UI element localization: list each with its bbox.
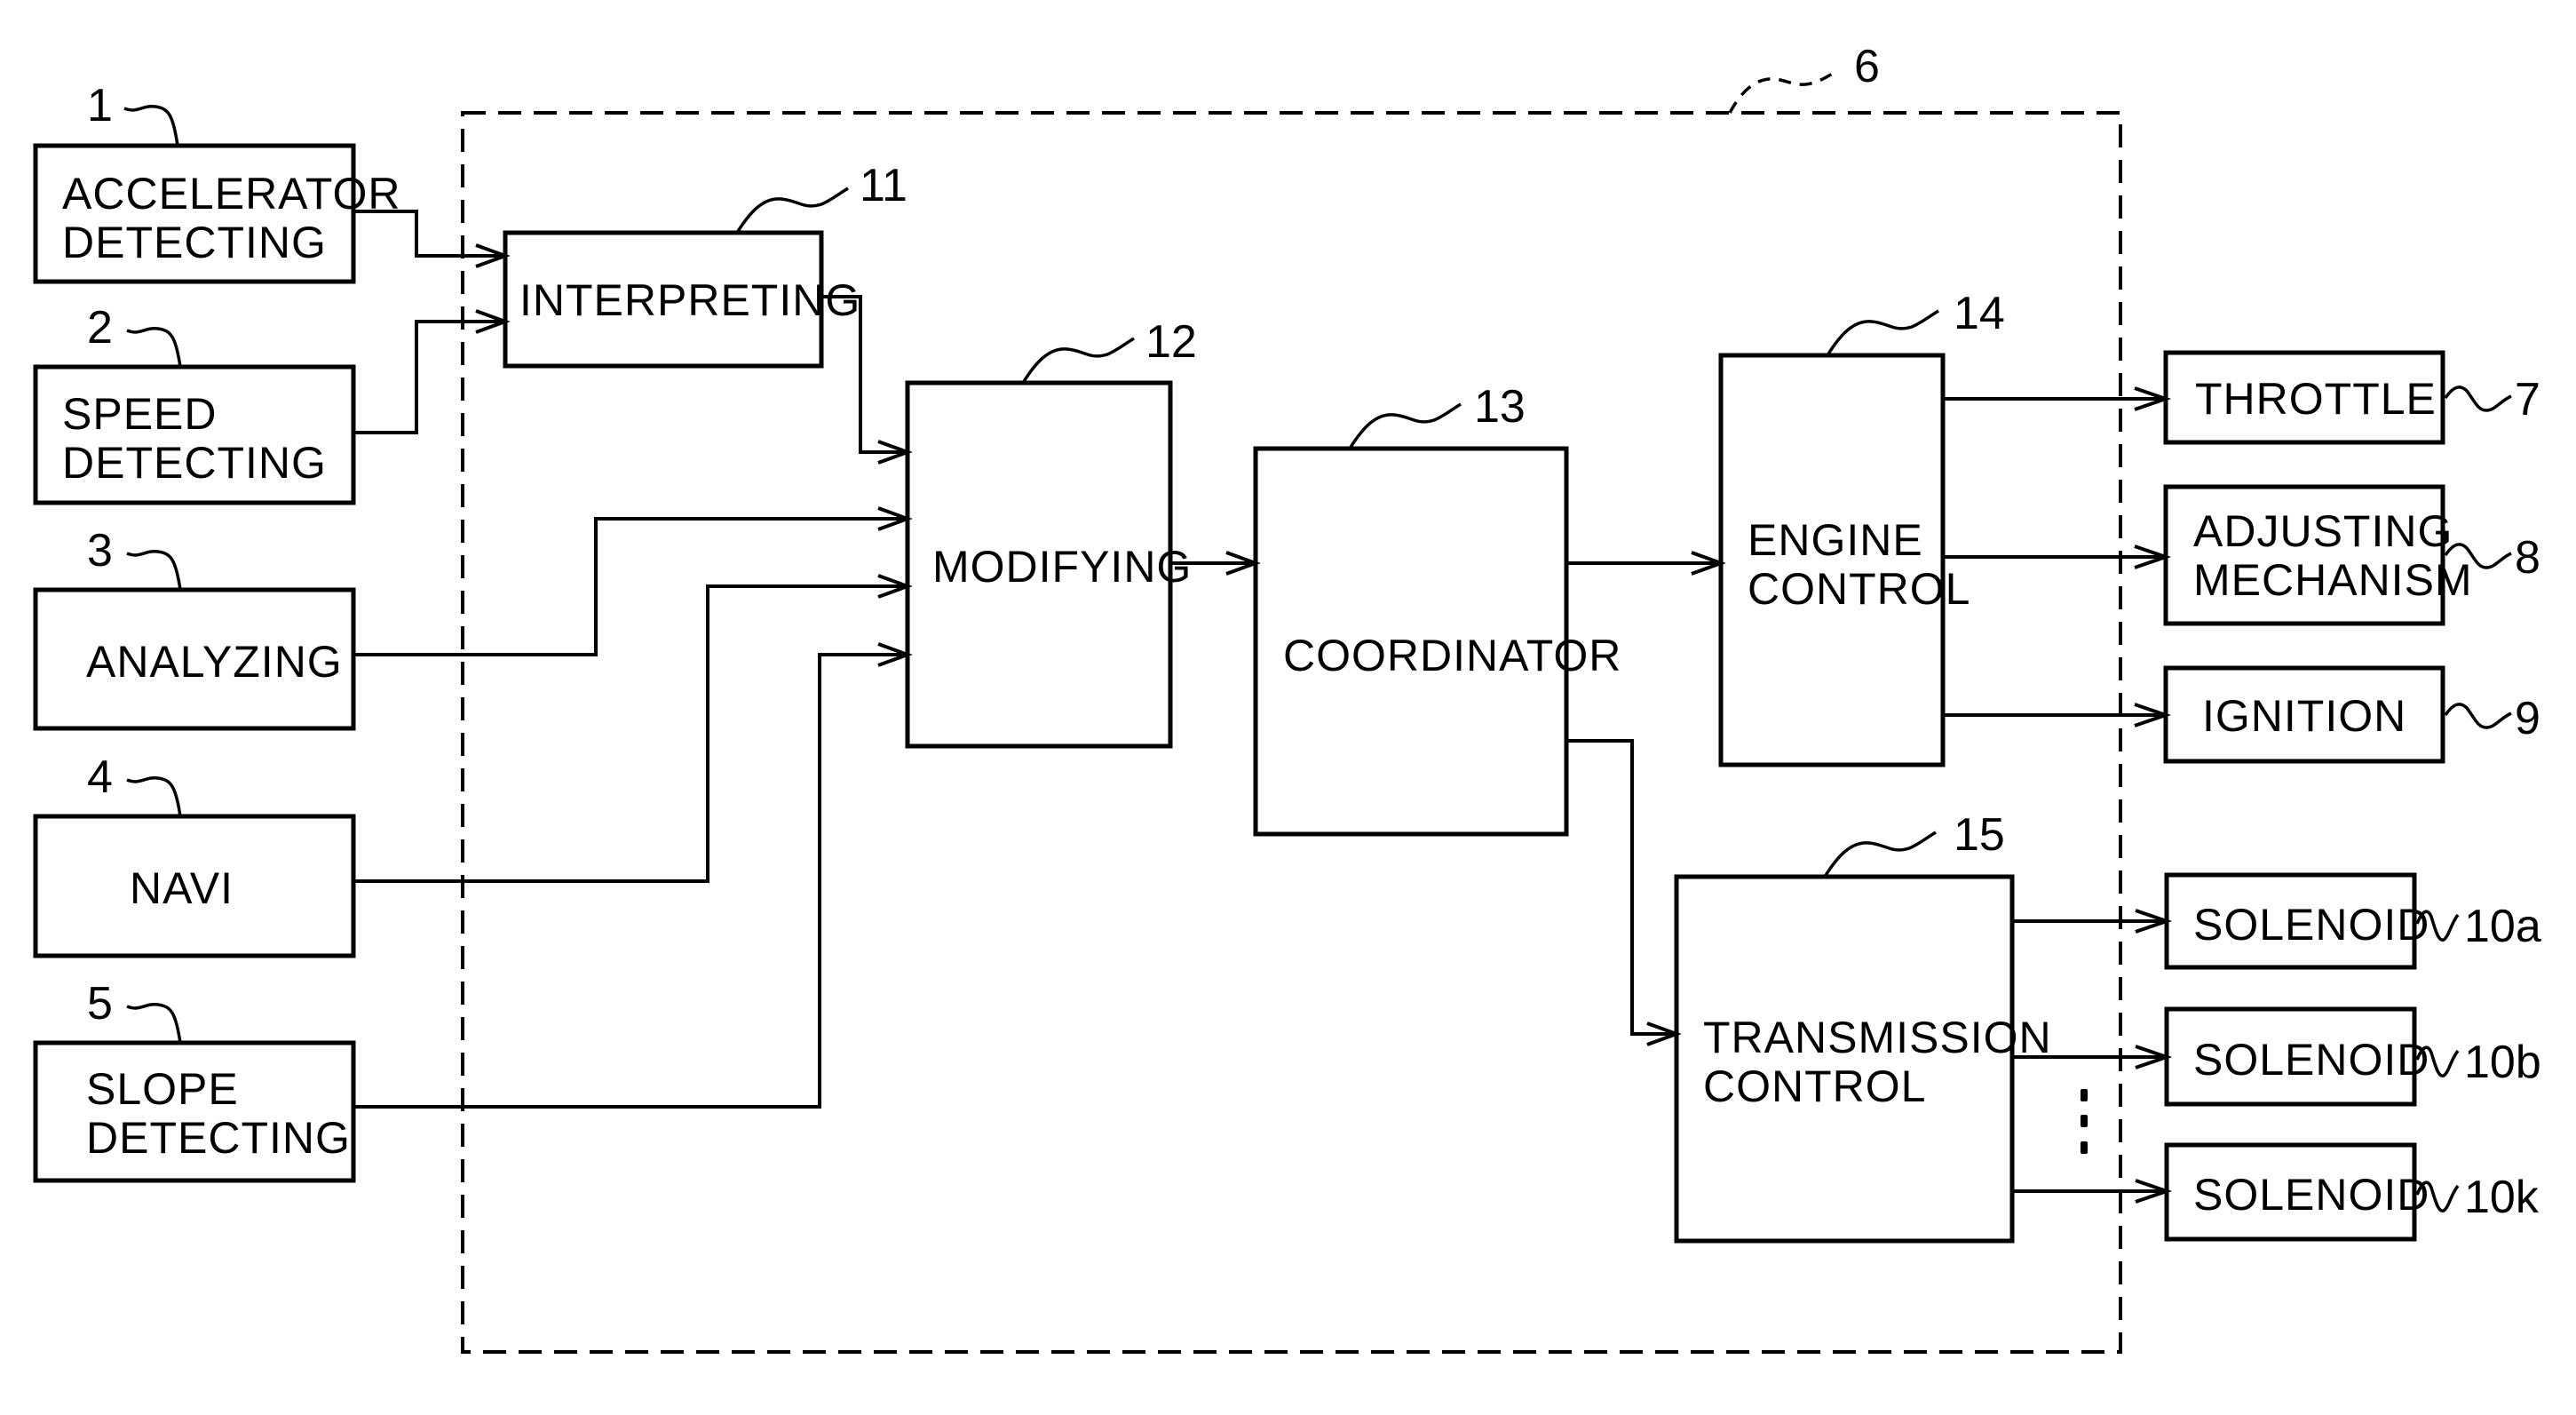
block-label-line: IGNITION [2202, 691, 2406, 741]
block-label-line: THROTTLE [2195, 374, 2437, 424]
ref-leader [735, 187, 849, 234]
block-label-line: ACCELERATOR [62, 169, 400, 219]
ref-speed-detecting: 2 [87, 302, 113, 354]
block-label-line: SOLENOID [2193, 900, 2429, 950]
ref-leader [126, 776, 182, 817]
system-leader [1728, 69, 1837, 114]
ref-leader [1348, 402, 1462, 449]
ref-leader [126, 327, 182, 368]
block-label-line: SLOPE [86, 1064, 239, 1114]
ref-leader [123, 105, 179, 147]
block-label-line: ENGINE [1748, 515, 1923, 565]
block-label-line: CONTROL [1703, 1061, 1926, 1111]
block-throttle: THROTTLE [2163, 350, 2445, 445]
ref-interpreting: 11 [860, 160, 908, 211]
ref-analyzing: 3 [87, 525, 113, 576]
block-coordinator: COORDINATOR [1253, 446, 1621, 837]
wire-navi-to-modifying [353, 584, 908, 883]
ref-coordinator: 13 [1474, 381, 1526, 433]
ref-throttle: 7 [2515, 374, 2540, 425]
ref-adjusting-mechanism: 8 [2515, 532, 2540, 584]
block-label-line: INTERPRETING [519, 275, 860, 325]
block-label-line: CONTROL [1748, 564, 1970, 614]
ref-transmission-control: 15 [1954, 809, 2005, 861]
block-analyzing: ANALYZING [33, 587, 356, 731]
ref-system: 6 [1854, 41, 1880, 92]
ref-leader [2444, 386, 2512, 412]
block-label-line: MECHANISM [2193, 555, 2473, 605]
ref-solenoid-b: 10b [2464, 1037, 2541, 1088]
ref-leader [1021, 337, 1135, 384]
block-ignition: IGNITION [2163, 665, 2445, 764]
block-modifying: MODIFYING [905, 380, 1192, 749]
block-label-line: DETECTING [62, 218, 327, 267]
ref-ignition: 9 [2515, 693, 2540, 744]
wire-coordinator-to-transmission [1566, 739, 1676, 1036]
block-navi: NAVI [33, 814, 356, 958]
block-interpreting: INTERPRETING [503, 230, 860, 369]
block-engine-control: ENGINE CONTROL [1718, 353, 1970, 767]
block-label-line: NAVI [130, 863, 234, 913]
block-label-line: ANALYZING [86, 637, 343, 687]
block-label-line: TRANSMISSION [1703, 1013, 2052, 1062]
ref-leader [1826, 309, 1939, 356]
block-label-line: DETECTING [62, 438, 327, 488]
block-solenoid-a: SOLENOID [2164, 872, 2429, 970]
ref-modifying: 12 [1145, 316, 1197, 368]
ref-engine-control: 14 [1954, 288, 2005, 339]
ellipsis-icon [2081, 1089, 2088, 1154]
ref-leader [1823, 831, 1937, 878]
ref-solenoid-k: 10k [2464, 1172, 2540, 1223]
block-label-line: DETECTING [86, 1113, 351, 1163]
block-label-line: SPEED [62, 389, 218, 439]
ref-navi: 4 [87, 751, 113, 803]
block-slope-detecting: SLOPE DETECTING [33, 1040, 356, 1183]
wire-speed-to-interpreting [353, 320, 505, 434]
block-label-line: SOLENOID [2193, 1035, 2429, 1085]
block-solenoid-k: SOLENOID [2164, 1142, 2429, 1242]
block-label-line: COORDINATOR [1283, 631, 1621, 680]
block-label-line: MODIFYING [932, 542, 1192, 592]
block-solenoid-b: SOLENOID [2164, 1006, 2429, 1107]
block-speed-detecting: SPEED DETECTING [33, 364, 356, 505]
block-adjusting-mechanism: ADJUSTING MECHANISM [2163, 484, 2473, 626]
ref-leader [2444, 703, 2512, 729]
ref-slope-detecting: 5 [87, 978, 113, 1029]
block-label-line: SOLENOID [2193, 1170, 2429, 1220]
ref-leader [126, 1003, 182, 1044]
block-label-line: ADJUSTING [2193, 506, 2453, 556]
ref-solenoid-a: 10a [2464, 901, 2541, 952]
ref-accelerator-detecting: 1 [87, 80, 113, 131]
ref-leader [126, 550, 182, 591]
block-diagram: 6 ACCELERATOR DETECTING 1 SPEED DETECTIN… [33, 41, 2541, 1354]
block-transmission-control: TRANSMISSION CONTROL [1674, 874, 2052, 1244]
block-accelerator-detecting: ACCELERATOR DETECTING [33, 143, 400, 284]
